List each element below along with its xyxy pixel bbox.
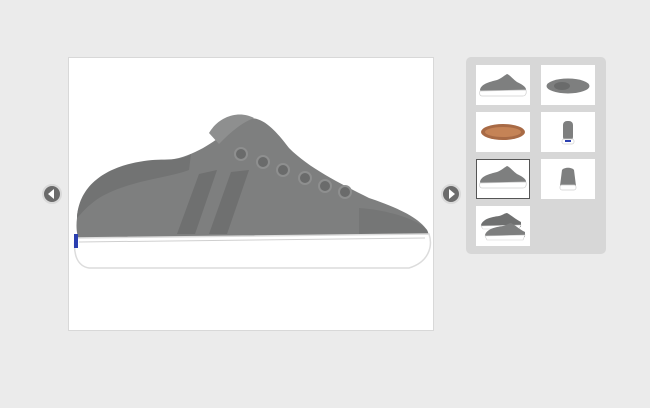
eyelet <box>338 185 352 199</box>
sneaker-sole-thumb-icon <box>481 124 525 140</box>
thumbnail-side-view[interactable] <box>476 65 530 105</box>
chevron-right-icon <box>449 189 455 199</box>
sneaker-heel-thumb-icon <box>561 121 575 145</box>
shoe-sole <box>73 233 432 269</box>
thumbnail-heel-view[interactable] <box>541 112 595 152</box>
chevron-left-icon <box>48 189 54 199</box>
eyelet <box>318 179 332 193</box>
main-product-image <box>68 57 434 331</box>
eyelet <box>234 147 248 161</box>
eyelet <box>256 155 270 169</box>
sneaker-front-thumb-icon <box>559 167 577 191</box>
thumbnail-sole-view[interactable] <box>476 112 530 152</box>
thumbnail-front-view[interactable] <box>541 159 595 199</box>
product-gallery <box>0 0 650 408</box>
heel-accent <box>74 234 78 248</box>
sneaker-side-thumb-icon <box>479 166 527 189</box>
thumbnail-pair-view[interactable] <box>476 206 530 246</box>
previous-image-button[interactable] <box>42 184 62 204</box>
sneaker-side-view <box>73 114 432 269</box>
thumbnail-side-view-selected[interactable] <box>476 159 530 199</box>
eyelet <box>298 171 312 185</box>
sneaker-side-thumb-icon <box>479 74 527 97</box>
sneaker-pair-thumb-icon <box>480 213 526 241</box>
thumbnail-top-view[interactable] <box>541 65 595 105</box>
eyelet <box>276 163 290 177</box>
sneaker-top-thumb-icon <box>545 77 591 95</box>
thumbnail-panel <box>466 57 606 254</box>
next-image-button[interactable] <box>441 184 461 204</box>
